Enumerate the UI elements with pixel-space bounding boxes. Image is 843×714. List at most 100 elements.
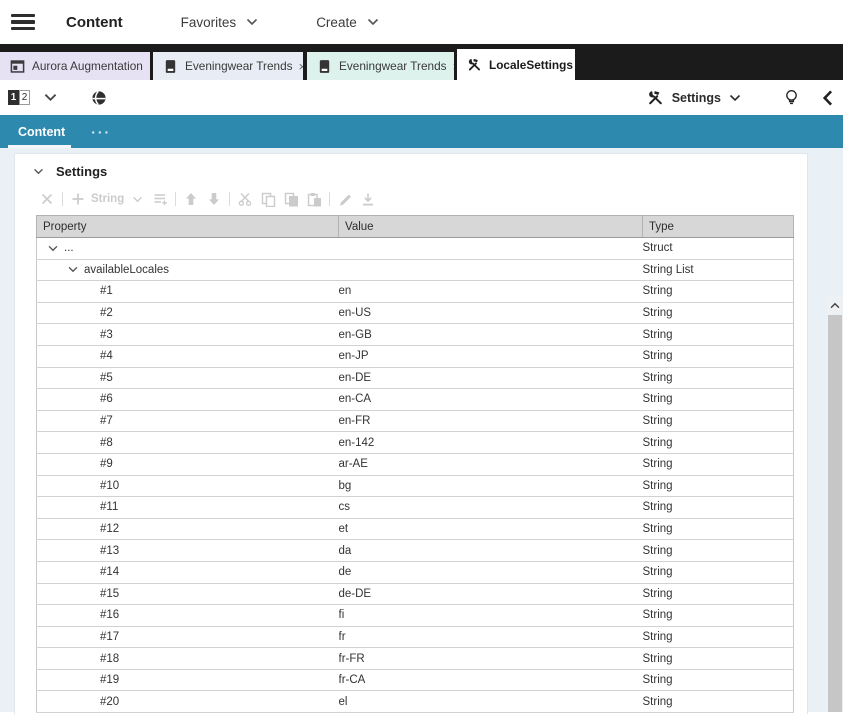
tab-content-active[interactable]: Content <box>0 115 79 148</box>
value-cell: en-US <box>339 302 643 324</box>
value-cell: en-FR <box>339 410 643 432</box>
tab-eveningwear-trends-2[interactable]: Eveningwear Trends × <box>307 52 454 80</box>
table-row[interactable]: #13 da String <box>37 540 794 562</box>
move-down-button[interactable] <box>206 191 222 207</box>
version-compare-icon[interactable]: 1 2 <box>8 90 30 105</box>
article-icon <box>317 59 332 74</box>
struct-property-table: Property Value Type ... Struct available… <box>36 215 794 713</box>
table-row[interactable]: #8 en-142 String <box>37 432 794 454</box>
collapse-chevron-icon[interactable] <box>33 168 44 175</box>
scrollbar-thumb[interactable] <box>828 315 842 712</box>
table-row[interactable]: #16 fi String <box>37 605 794 627</box>
type-dropdown-chevron-icon[interactable] <box>129 191 145 207</box>
type-cell: String <box>643 281 794 303</box>
hamburger-menu-icon[interactable] <box>11 14 35 31</box>
value-cell: en <box>339 281 643 303</box>
settings-section-header[interactable]: Settings <box>33 164 807 179</box>
property-cell: #10 <box>100 480 119 492</box>
column-header-value[interactable]: Value <box>339 216 643 238</box>
content-area: Settings String <box>0 148 843 712</box>
tab-localesettings-active[interactable]: LocaleSettings × <box>457 49 575 80</box>
type-cell: String <box>643 497 794 519</box>
add-list-item-button[interactable] <box>152 191 168 207</box>
import-button[interactable] <box>360 191 376 207</box>
table-row[interactable]: #14 de String <box>37 561 794 583</box>
chevron-down-icon <box>246 18 258 26</box>
value-cell: fr-CA <box>339 669 643 691</box>
copy-button[interactable] <box>260 191 276 207</box>
document-tab-strip: Aurora Augmentation Eveningwear Trends ×… <box>0 44 843 80</box>
table-row[interactable]: #4 en-JP String <box>37 345 794 367</box>
version-dropdown-chevron-icon[interactable] <box>44 93 57 102</box>
table-row[interactable]: #17 fr String <box>37 626 794 648</box>
property-type-label[interactable]: String <box>91 193 124 205</box>
table-row[interactable]: #1 en String <box>37 281 794 303</box>
table-row[interactable]: #20 el String <box>37 691 794 713</box>
version-left: 1 <box>8 90 19 105</box>
row-expand-chevron-icon[interactable] <box>68 266 78 273</box>
close-icon[interactable]: × <box>573 58 575 71</box>
settings-form-panel: Settings String <box>14 153 808 714</box>
table-row[interactable]: #12 et String <box>37 518 794 540</box>
create-menu[interactable]: Create <box>316 15 379 30</box>
close-icon[interactable]: × <box>447 60 454 73</box>
value-cell <box>339 259 643 281</box>
more-tabs-button[interactable]: ··· <box>91 115 111 148</box>
row-expand-chevron-icon[interactable] <box>48 245 58 252</box>
settings-dropdown-button[interactable]: Settings <box>647 89 741 106</box>
table-row[interactable]: ... Struct <box>37 238 794 260</box>
cut-button[interactable] <box>237 191 253 207</box>
table-row[interactable]: #15 de-DE String <box>37 583 794 605</box>
value-cell: ar-AE <box>339 453 643 475</box>
type-cell: String List <box>643 259 794 281</box>
table-row[interactable]: #5 en-DE String <box>37 367 794 389</box>
delete-row-button[interactable] <box>39 191 55 207</box>
property-cell: #3 <box>100 329 113 341</box>
table-row[interactable]: availableLocales String List <box>37 259 794 281</box>
add-property-button[interactable] <box>70 191 86 207</box>
locale-globe-icon[interactable] <box>91 90 107 106</box>
property-cell: #15 <box>100 588 119 600</box>
scroll-up-icon[interactable] <box>827 296 843 314</box>
type-cell: String <box>643 669 794 691</box>
table-row[interactable]: #10 bg String <box>37 475 794 497</box>
type-cell: String <box>643 561 794 583</box>
value-cell: de <box>339 561 643 583</box>
paste-button[interactable] <box>306 191 322 207</box>
property-cell: #18 <box>100 653 119 665</box>
table-row[interactable]: #2 en-US String <box>37 302 794 324</box>
type-cell: String <box>643 432 794 454</box>
table-row[interactable]: #11 cs String <box>37 497 794 519</box>
type-cell: String <box>643 345 794 367</box>
vertical-scrollbar[interactable] <box>827 296 843 712</box>
table-row[interactable]: #6 en-CA String <box>37 389 794 411</box>
move-up-button[interactable] <box>183 191 199 207</box>
app-title: Content <box>66 14 123 31</box>
value-cell: da <box>339 540 643 562</box>
table-row[interactable]: #3 en-GB String <box>37 324 794 346</box>
table-row[interactable]: #9 ar-AE String <box>37 453 794 475</box>
tab-eveningwear-trends-1[interactable]: Eveningwear Trends × <box>153 52 303 80</box>
duplicate-button[interactable] <box>283 191 299 207</box>
value-cell: de-DE <box>339 583 643 605</box>
value-cell: bg <box>339 475 643 497</box>
lightbulb-icon[interactable] <box>783 89 800 106</box>
table-row[interactable]: #19 fr-CA String <box>37 669 794 691</box>
version-right: 2 <box>19 90 30 105</box>
close-icon[interactable]: × <box>293 60 303 73</box>
table-row[interactable]: #7 en-FR String <box>37 410 794 432</box>
property-cell: #17 <box>100 631 119 643</box>
tab-aurora-augmentation[interactable]: Aurora Augmentation <box>0 52 150 80</box>
favorites-menu[interactable]: Favorites <box>181 15 259 30</box>
table-row[interactable]: #18 fr-FR String <box>37 648 794 670</box>
property-cell: #1 <box>100 285 113 297</box>
tab-label: Eveningwear Trends <box>185 59 293 73</box>
column-header-property[interactable]: Property <box>37 216 339 238</box>
property-cell: availableLocales <box>84 264 169 276</box>
edit-button[interactable] <box>337 191 353 207</box>
collapse-left-icon[interactable] <box>822 90 833 106</box>
column-header-type[interactable]: Type <box>643 216 794 238</box>
property-cell: #7 <box>100 415 113 427</box>
type-cell: String <box>643 367 794 389</box>
type-cell: String <box>643 540 794 562</box>
